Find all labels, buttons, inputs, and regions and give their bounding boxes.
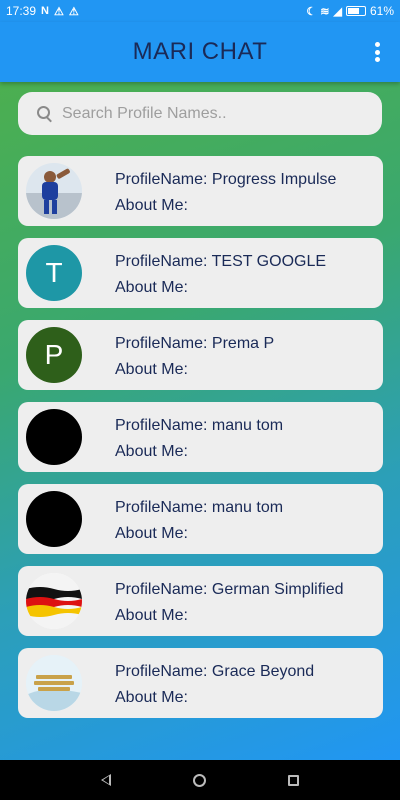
profile-name: ProfileName: Progress Impulse — [115, 171, 337, 188]
wifi-icon: ≋ — [320, 5, 330, 18]
profile-about: About Me: — [115, 689, 188, 706]
profile-name: ProfileName: German Simplified — [115, 581, 344, 598]
home-icon[interactable] — [193, 773, 206, 787]
warning-icon: ⚠ — [53, 5, 64, 18]
profile-card[interactable]: ProfileName: manu tom About Me: — [18, 402, 383, 472]
profile-card[interactable]: ProfileName: Grace Beyond About Me: — [18, 648, 383, 718]
profile-name: ProfileName: manu tom — [115, 417, 284, 434]
status-bar: 17:39 N ⚠ ⚠ ☾ ≋ ◢ 61% — [0, 0, 400, 22]
profile-about: About Me: — [115, 525, 188, 542]
avatar: P — [26, 327, 82, 383]
avatar — [26, 491, 82, 547]
profile-name: ProfileName: Prema P — [115, 335, 275, 352]
system-nav-bar — [0, 760, 400, 800]
profile-about: About Me: — [115, 279, 188, 296]
search-icon — [36, 105, 54, 123]
profile-card[interactable]: ProfileName: manu tom About Me: — [18, 484, 383, 554]
profile-name: ProfileName: Grace Beyond — [115, 663, 315, 680]
profile-card[interactable]: T ProfileName: TEST GOOGLE About Me: — [18, 238, 383, 308]
grace-beyond-logo-avatar — [26, 655, 82, 711]
do-not-disturb-icon: ☾ — [306, 5, 317, 18]
warning-icon: ⚠ — [68, 5, 79, 18]
avatar — [26, 409, 82, 465]
profile-about: About Me: — [115, 361, 188, 378]
profile-list-area: ProfileName: Progress Impulse About Me: … — [0, 82, 400, 760]
avatar — [26, 163, 82, 219]
battery-icon — [345, 6, 366, 16]
search-bar[interactable] — [18, 92, 382, 135]
avatar-letter: T — [45, 257, 63, 288]
avatar-letter: P — [44, 339, 64, 370]
profile-about: About Me: — [115, 607, 188, 624]
profile-name: ProfileName: TEST GOOGLE — [115, 253, 327, 270]
profile-card[interactable]: ProfileName: German Simplified About Me: — [18, 566, 383, 636]
recent-apps-icon[interactable] — [288, 774, 299, 786]
signal-icon: ◢ — [333, 5, 342, 18]
german-flag-avatar — [26, 573, 82, 629]
avatar: T — [26, 245, 82, 301]
profile-about: About Me: — [115, 443, 188, 460]
back-icon[interactable] — [101, 774, 111, 786]
overflow-menu-icon[interactable] — [374, 42, 380, 62]
app-bar: MARI CHAT — [0, 22, 400, 82]
profile-card[interactable]: P ProfileName: Prema P About Me: — [18, 320, 383, 390]
profile-card[interactable]: ProfileName: Progress Impulse About Me: — [18, 156, 383, 226]
clock: 17:39 — [6, 4, 37, 18]
search-input[interactable] — [62, 104, 362, 123]
profile-about: About Me: — [115, 197, 188, 214]
profile-name: ProfileName: manu tom — [115, 499, 284, 516]
app-title: MARI CHAT — [132, 38, 268, 65]
battery-level: 61% — [369, 4, 394, 18]
notification-n-icon: N — [41, 5, 49, 17]
